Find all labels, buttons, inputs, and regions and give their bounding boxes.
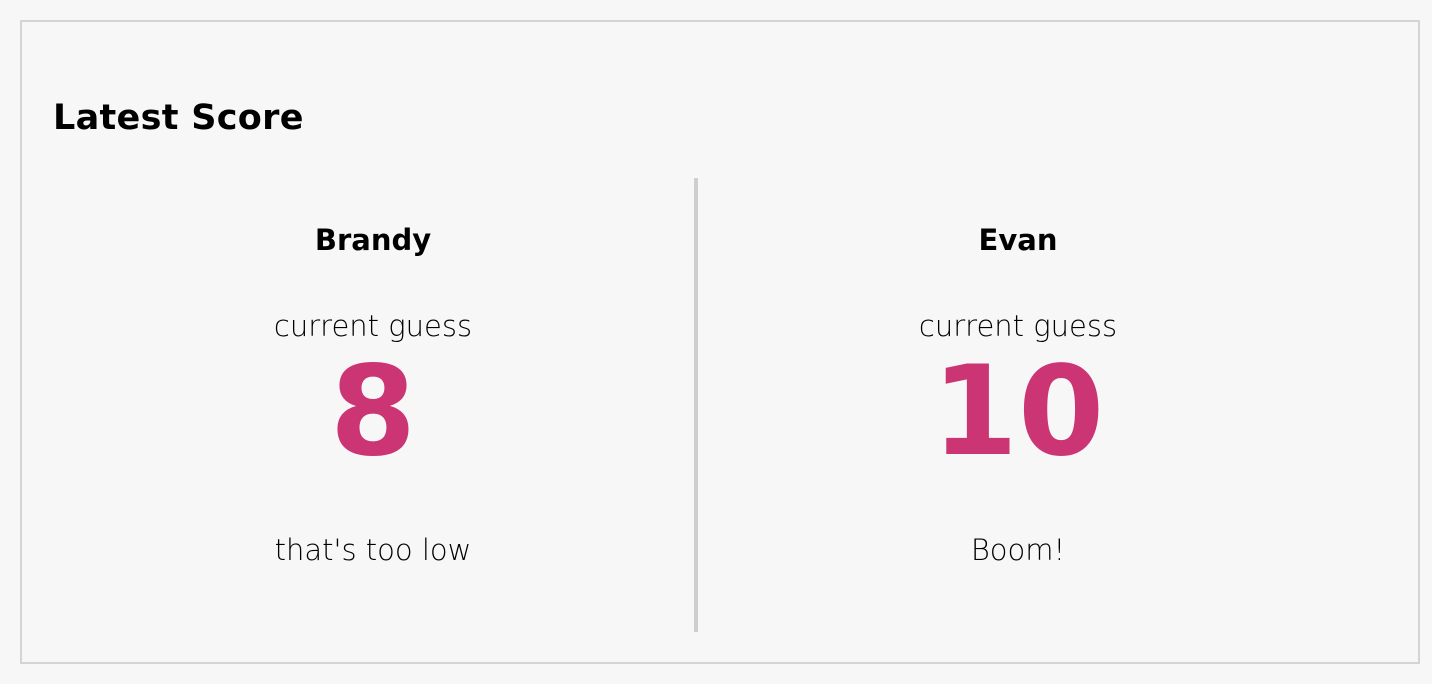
guess-number: 10 — [931, 340, 1105, 484]
guess-feedback: that's too low — [274, 533, 472, 567]
column-divider — [694, 178, 698, 632]
guess-number: 8 — [329, 340, 417, 484]
guess-feedback: Boom! — [970, 533, 1066, 567]
player-name: Evan — [978, 223, 1058, 257]
latest-score-panel: Latest Score Brandy current guess 8 that… — [20, 20, 1420, 664]
panel-title: Latest Score — [53, 98, 304, 138]
player-card-evan: Evan current guess 10 Boom! — [718, 218, 1318, 572]
player-name: Brandy — [314, 223, 432, 257]
player-card-brandy: Brandy current guess 8 that's too low — [73, 218, 673, 572]
